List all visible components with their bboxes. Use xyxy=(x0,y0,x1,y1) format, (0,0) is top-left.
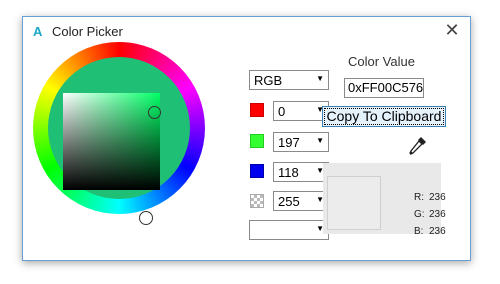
preview-b-label: B: xyxy=(414,226,424,237)
preview-g-label: G: xyxy=(414,209,425,220)
alpha-select[interactable]: 255 ▼ xyxy=(273,191,329,211)
color-value-label: Color Value xyxy=(348,54,415,69)
hue-handle[interactable] xyxy=(139,211,153,225)
alpha-value: 255 xyxy=(278,194,300,209)
app-icon: A xyxy=(33,24,43,39)
title-bar[interactable]: A Color Picker ✕ xyxy=(23,17,470,47)
red-swatch xyxy=(250,103,264,117)
preview-g-value: 236 xyxy=(429,209,446,220)
eyedropper-icon[interactable] xyxy=(407,134,429,158)
copy-to-clipboard-button[interactable]: Copy To Clipboard xyxy=(322,106,446,127)
color-mode-select[interactable]: RGB ▼ xyxy=(249,70,329,90)
color-mode-value: RGB xyxy=(254,73,283,88)
close-button[interactable]: ✕ xyxy=(440,20,464,44)
blue-swatch xyxy=(250,164,264,178)
red-select[interactable]: 0 ▼ xyxy=(273,101,329,121)
preview-swatch xyxy=(327,176,381,230)
preview-r-label: R: xyxy=(414,192,424,203)
blue-value: 118 xyxy=(278,165,299,180)
red-value: 0 xyxy=(278,104,286,119)
green-select[interactable]: 197 ▼ xyxy=(273,132,329,152)
green-value: 197 xyxy=(278,135,300,150)
blue-select[interactable]: 118 ▼ xyxy=(273,162,329,182)
preview-r-value: 236 xyxy=(429,192,446,203)
chevron-down-icon: ▼ xyxy=(316,136,324,145)
color-value-field[interactable]: 0xFF00C576 xyxy=(344,78,424,98)
saturation-value-square[interactable] xyxy=(63,93,160,190)
extra-select[interactable]: ▼ xyxy=(249,220,329,240)
window-title: Color Picker xyxy=(52,24,123,39)
chevron-down-icon: ▼ xyxy=(316,74,324,83)
green-swatch xyxy=(250,134,264,148)
saturation-value-handle[interactable] xyxy=(148,106,161,119)
alpha-swatch xyxy=(250,194,264,208)
preview-b-value: 236 xyxy=(429,226,446,237)
